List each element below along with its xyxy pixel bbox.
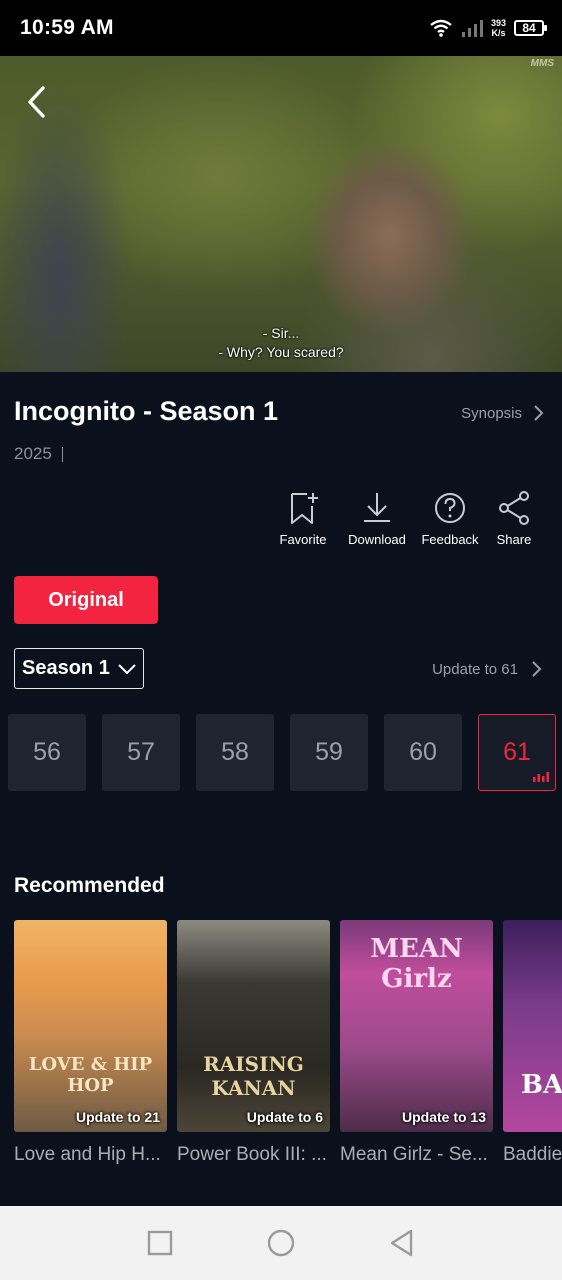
poster-art-text: LOVE & HIP HOP bbox=[28, 1054, 153, 1096]
recommended-item[interactable]: LOVE & HIP HOP Update to 21 Love and Hip… bbox=[14, 920, 167, 1166]
chevron-right-icon bbox=[534, 405, 544, 421]
update-label: Update to 61 bbox=[432, 660, 518, 678]
now-playing-icon bbox=[533, 772, 549, 782]
recommended-item[interactable]: BA Baddie bbox=[503, 920, 562, 1166]
poster-title: Love and Hip H... bbox=[14, 1144, 161, 1165]
status-time: 10:59 AM bbox=[20, 16, 114, 39]
recommended-list: LOVE & HIP HOP Update to 21 Love and Hip… bbox=[14, 920, 562, 1166]
back-arrow-icon[interactable] bbox=[20, 84, 56, 120]
favorite-button[interactable]: Favorite bbox=[268, 490, 338, 547]
episode-button[interactable]: 57 bbox=[102, 714, 180, 791]
poster-art-text: BA bbox=[521, 1070, 562, 1100]
synopsis-link[interactable]: Synopsis bbox=[461, 404, 544, 422]
bookmark-add-icon bbox=[291, 493, 318, 524]
favorite-label: Favorite bbox=[279, 532, 327, 547]
show-year: 2025 bbox=[14, 444, 52, 463]
download-label: Download bbox=[348, 532, 406, 547]
feedback-button[interactable]: Feedback bbox=[416, 490, 484, 547]
video-subtitles: - Sir... - Why? You scared? bbox=[0, 324, 562, 362]
poster-badge: Update to 6 bbox=[246, 1109, 323, 1125]
net-speed: 393 K/s bbox=[490, 18, 506, 38]
episode-button[interactable]: 60 bbox=[384, 714, 462, 791]
episode-list: 56 57 58 59 60 61 bbox=[8, 714, 556, 791]
episode-update-link[interactable]: Update to 61 bbox=[432, 660, 542, 678]
episode-button[interactable]: 56 bbox=[8, 714, 86, 791]
wifi-icon bbox=[430, 19, 452, 37]
battery-icon: 84 bbox=[514, 20, 547, 36]
poster-image: MEAN Girlz Update to 13 bbox=[340, 920, 493, 1132]
system-nav-bar bbox=[0, 1206, 562, 1280]
poster-image: BA bbox=[503, 920, 562, 1132]
episode-number: 61 bbox=[503, 738, 531, 766]
download-icon bbox=[364, 493, 390, 522]
episode-button-active[interactable]: 61 bbox=[478, 714, 556, 791]
season-dropdown[interactable]: Season 1 bbox=[14, 648, 144, 689]
poster-art-text: RAISING KANAN bbox=[203, 1052, 304, 1100]
recommended-heading: Recommended bbox=[14, 874, 165, 897]
signal-icon bbox=[461, 20, 483, 37]
video-watermark: MMS bbox=[530, 58, 554, 69]
help-icon bbox=[435, 493, 465, 523]
back-triangle-icon[interactable] bbox=[387, 1228, 417, 1258]
recommended-item[interactable]: MEAN Girlz Update to 13 Mean Girlz - Se.… bbox=[340, 920, 493, 1166]
poster-art-text: MEAN Girlz bbox=[370, 934, 463, 994]
poster-title: Mean Girlz - Se... bbox=[340, 1144, 488, 1165]
poster-badge: Update to 13 bbox=[401, 1109, 486, 1125]
chevron-right-icon bbox=[532, 661, 542, 677]
download-button[interactable]: Download bbox=[338, 490, 416, 547]
show-title: Incognito - Season 1 bbox=[14, 396, 279, 426]
poster-image: RAISING KANAN Update to 6 bbox=[177, 920, 330, 1132]
recommended-item[interactable]: RAISING KANAN Update to 6 Power Book III… bbox=[177, 920, 330, 1166]
status-icons: 393 K/s 84 bbox=[429, 18, 547, 38]
poster-title: Baddie bbox=[503, 1144, 562, 1165]
poster-badge: Update to 21 bbox=[75, 1109, 160, 1125]
poster-image: LOVE & HIP HOP Update to 21 bbox=[14, 920, 167, 1132]
synopsis-label: Synopsis bbox=[461, 404, 522, 422]
battery-level: 84 bbox=[522, 21, 536, 35]
home-circle-icon[interactable] bbox=[266, 1228, 296, 1258]
meta-divider bbox=[61, 446, 63, 462]
action-bar: Favorite Download Feedback Share bbox=[268, 490, 544, 547]
status-bar: 10:59 AM 393 K/s 84 bbox=[0, 0, 562, 56]
recents-square-icon[interactable] bbox=[145, 1228, 175, 1258]
share-icon bbox=[499, 491, 529, 525]
episode-button[interactable]: 59 bbox=[290, 714, 368, 791]
feedback-label: Feedback bbox=[421, 532, 479, 547]
subtitle-line: - Sir... bbox=[262, 325, 300, 341]
season-selected: Season 1 bbox=[22, 657, 110, 679]
show-meta: 2025 bbox=[14, 444, 63, 464]
share-button[interactable]: Share bbox=[484, 490, 544, 547]
share-label: Share bbox=[496, 532, 532, 547]
poster-title: Power Book III: ... bbox=[177, 1144, 327, 1165]
episode-button[interactable]: 58 bbox=[196, 714, 274, 791]
video-player[interactable]: MMS - Sir... - Why? You scared? bbox=[0, 56, 562, 372]
chevron-down-icon bbox=[118, 663, 136, 674]
original-button[interactable]: Original bbox=[14, 576, 158, 624]
subtitle-line: - Why? You scared? bbox=[218, 344, 344, 360]
